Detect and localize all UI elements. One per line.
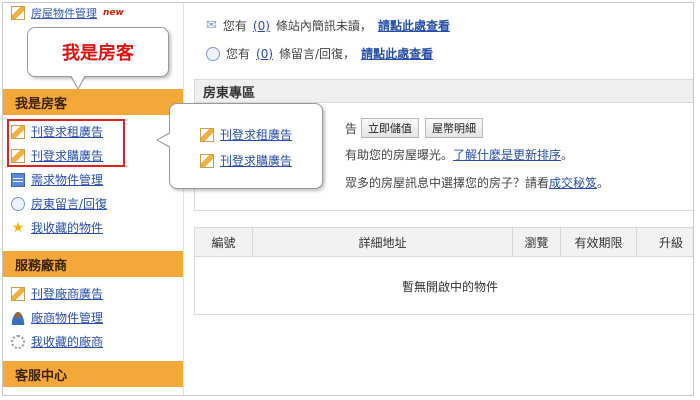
- landlord-zone-title: 房東專區: [195, 80, 693, 103]
- sidebar-item-label: 需求物件管理: [31, 173, 104, 187]
- callout-item-label: 刊登求租廣告: [220, 128, 293, 142]
- tip-text: 有助您的房屋曝光。: [345, 148, 454, 162]
- sidebar-item-vendor-management[interactable]: 廠商物件管理: [11, 309, 103, 326]
- pencil-icon: [11, 6, 25, 20]
- new-badge: new: [103, 8, 124, 18]
- sidebar-item-label: 刊登廠商廣告: [31, 287, 104, 301]
- callout-title: 我是房客: [27, 27, 169, 90]
- sidebar-item-label: 房東留言/回復: [31, 197, 108, 211]
- sidebar-item-landlord-messages[interactable]: 房東留言/回復: [11, 195, 107, 212]
- chat-bubble-icon: [11, 196, 25, 211]
- sidebar-item-label: 我收藏的物件: [31, 221, 104, 235]
- envelope-icon: ✉: [206, 18, 217, 33]
- main-content: ✉ 您有 (0) 條站內簡訊未讀， 請點此處查看 您有 (0) 條留言/回復， …: [184, 3, 693, 395]
- view-replies-link[interactable]: 請點此處查看: [361, 45, 433, 62]
- sidebar-item-demand-management[interactable]: 需求物件管理: [11, 171, 103, 188]
- top-up-button[interactable]: 立即儲值: [361, 118, 419, 138]
- callout-item-buy-ad[interactable]: 刊登求購廣告: [200, 152, 292, 169]
- gear-icon: [11, 334, 25, 349]
- sidebar-item-label: 我收藏的廠商: [31, 335, 104, 349]
- sidebar-item-post-vendor-ad[interactable]: 刊登廠商廣告: [11, 285, 103, 302]
- sidebar-item-favorite-vendors[interactable]: 我收藏的廠商: [11, 333, 103, 350]
- callout-zoom: 刊登求租廣告 刊登求購廣告: [156, 103, 323, 189]
- pencil-icon: [200, 153, 214, 168]
- reply-count[interactable]: (0): [256, 47, 273, 61]
- tip-text: 眾多的房屋訊息中選擇您的房子？請看: [345, 176, 550, 190]
- table-icon: [11, 172, 25, 187]
- callout-pointer-inner: [158, 133, 171, 147]
- unread-message-line: ✉ 您有 (0) 條站內簡訊未讀， 請點此處查看: [206, 17, 450, 34]
- landlord-tip-1: 有助您的房屋曝光。了解什麼是更新排序。: [345, 146, 573, 163]
- update-sort-link[interactable]: 了解什麼是更新排序: [453, 148, 561, 162]
- callout-item-rent-ad[interactable]: 刊登求租廣告: [200, 126, 292, 143]
- view-messages-link[interactable]: 請點此處查看: [378, 17, 450, 34]
- coin-details-button[interactable]: 屋幣明細: [425, 118, 483, 138]
- column-header-address[interactable]: 詳細地址: [253, 228, 513, 256]
- deal-secrets-link[interactable]: 成交秘笈: [549, 176, 597, 190]
- empty-table-message: 暫無開啟中的物件: [401, 280, 498, 294]
- star-icon: ★: [11, 219, 25, 236]
- truncated-text: 告: [345, 122, 358, 136]
- section-header-vendor: 服務廠商: [3, 251, 183, 277]
- comment-reply-line: 您有 (0) 條留言/回復， 請點此處查看: [206, 45, 433, 62]
- callout-item-label: 刊登求購廣告: [220, 154, 293, 168]
- tip-text: 。: [561, 148, 574, 162]
- column-header-upgrade[interactable]: 升級: [637, 228, 693, 256]
- table-header: 編號 詳細地址 瀏覽 有效期限 升級: [195, 228, 693, 257]
- highlight-box: [7, 119, 125, 167]
- landlord-buttons: 立即儲值 屋幣明細: [361, 118, 483, 138]
- column-header-id[interactable]: 編號: [195, 228, 253, 256]
- column-header-expiry[interactable]: 有效期限: [561, 228, 637, 256]
- tip-text: 。: [597, 176, 610, 190]
- pencil-icon: [200, 127, 214, 142]
- pencil-icon: [11, 286, 25, 301]
- message-text: 條留言/回復，: [279, 47, 356, 61]
- sidebar-item-property-management[interactable]: 房屋物件管理 new: [11, 5, 124, 21]
- message-text: 條站內簡訊未讀，: [275, 19, 372, 33]
- message-panel: ✉ 您有 (0) 條站內簡訊未讀， 請點此處查看 您有 (0) 條留言/回復， …: [194, 7, 693, 69]
- landlord-tip-2: 眾多的房屋訊息中選擇您的房子？請看成交秘笈。: [345, 174, 609, 191]
- property-table: 編號 詳細地址 瀏覽 有效期限 升級 暫無開啟中的物件: [194, 227, 693, 315]
- chat-bubble-icon: [206, 46, 220, 61]
- sidebar-item-label: 廠商物件管理: [31, 311, 104, 325]
- sidebar-item-favorite-properties[interactable]: ★ 我收藏的物件: [11, 219, 103, 236]
- browser-frame: 房屋物件管理 new 我是房客 刊登求租廣告 刊登求購廣告 需求物件管理 房東留…: [2, 2, 694, 396]
- unread-count[interactable]: (0): [253, 19, 270, 33]
- user-icon: [11, 310, 25, 325]
- section-header-service: 客服中心: [3, 361, 183, 387]
- message-text: 您有: [222, 19, 247, 33]
- message-text: 您有: [226, 47, 251, 61]
- section-header-renter: 我是房客: [3, 89, 183, 115]
- column-header-views[interactable]: 瀏覽: [513, 228, 561, 256]
- sidebar-item-label: 房屋物件管理: [31, 7, 97, 20]
